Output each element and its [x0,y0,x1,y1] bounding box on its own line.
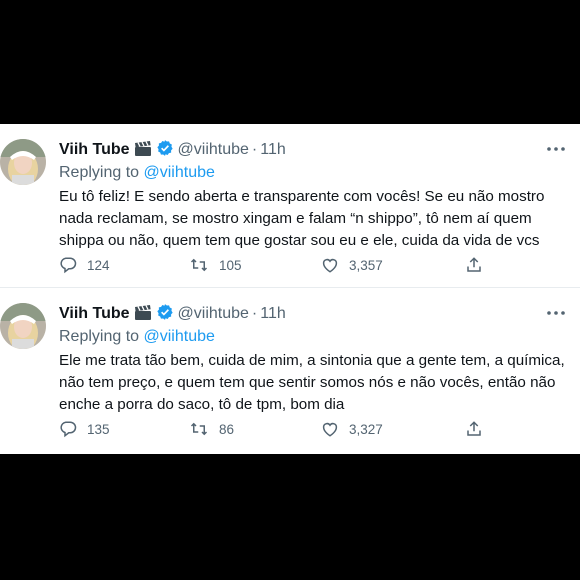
tweet-text-line: Eu tô feliz! E sendo aberta e transparen… [59,188,545,205]
tweet-text-line: enche a porra do saco, tô de tpm, bom di… [59,396,345,413]
replying-prefix: Replying to [59,164,140,181]
tweet-text-line: nada reclamam, se mostro xingam e falam … [59,210,532,227]
tweet[interactable]: Viih Tube @viihtube · 11h Replying to @viih… [0,124,580,288]
like-icon [322,258,338,273]
replying-to: Replying to @viihtube [59,327,215,347]
avatar[interactable] [0,303,46,349]
tweet-time[interactable]: 11h [260,305,286,322]
tweet-text: Eu tô feliz! E sendo aberta e transparen… [59,186,569,252]
avatar[interactable] [0,139,46,185]
share-button[interactable] [465,418,483,440]
retweet-icon [190,258,208,272]
like-count: 3,357 [349,257,383,273]
tweet-header: Viih Tube @viihtube · 11h [59,139,286,159]
retweet-icon [190,422,208,436]
retweet-count: 105 [219,257,242,273]
tweet-header: Viih Tube @viihtube · 11h [59,303,286,323]
tweet[interactable]: Viih Tube @viihtube · 11h Replying to @viih… [0,288,580,452]
tweet-text-line: shippa ou não, quem tem que gostar sou e… [59,232,540,249]
reply-icon [60,257,77,274]
reply-count: 124 [87,257,110,273]
verified-badge-icon [156,139,174,163]
like-button[interactable]: 3,327 [321,418,383,440]
share-icon [467,421,481,436]
like-icon [322,422,338,437]
author-name[interactable]: Viih Tube [59,305,130,322]
tweet-actions: 135 86 3,327 [59,418,499,440]
like-count: 3,327 [349,421,383,437]
author-handle[interactable]: @viihtube [178,305,249,322]
share-icon [467,257,481,272]
author-name[interactable]: Viih Tube [59,141,130,158]
replying-to-handle[interactable]: @viihtube [144,164,215,181]
author-handle[interactable]: @viihtube [178,141,249,158]
tweet-text-line: Ele me trata tão bem, cuida de mim, a si… [59,352,565,369]
tweet-text: Ele me trata tão bem, cuida de mim, a si… [59,350,569,416]
tweet-thread-panel: Viih Tube @viihtube · 11h Replying to @viih… [0,124,580,454]
more-icon[interactable] [544,304,568,322]
replying-to-handle[interactable]: @viihtube [144,328,215,345]
retweet-button[interactable]: 86 [189,418,234,440]
reply-count: 135 [87,421,110,437]
verified-badge-icon [156,303,174,327]
clapper-board-icon [134,305,152,327]
replying-prefix: Replying to [59,328,140,345]
tweet-text-line: não tem preço, e quem tem que sentir som… [59,374,556,391]
like-button[interactable]: 3,357 [321,254,383,276]
tweet-actions: 124 105 3,357 [59,254,499,276]
replying-to: Replying to @viihtube [59,163,215,183]
share-button[interactable] [465,254,483,276]
retweet-button[interactable]: 105 [189,254,242,276]
reply-button[interactable]: 135 [59,418,110,440]
reply-button[interactable]: 124 [59,254,110,276]
clapper-board-icon [134,141,152,163]
separator-dot: · [251,141,258,158]
retweet-count: 86 [219,421,235,437]
more-icon[interactable] [544,140,568,158]
tweet-time[interactable]: 11h [260,141,286,158]
separator-dot: · [251,305,258,322]
reply-icon [60,421,77,438]
